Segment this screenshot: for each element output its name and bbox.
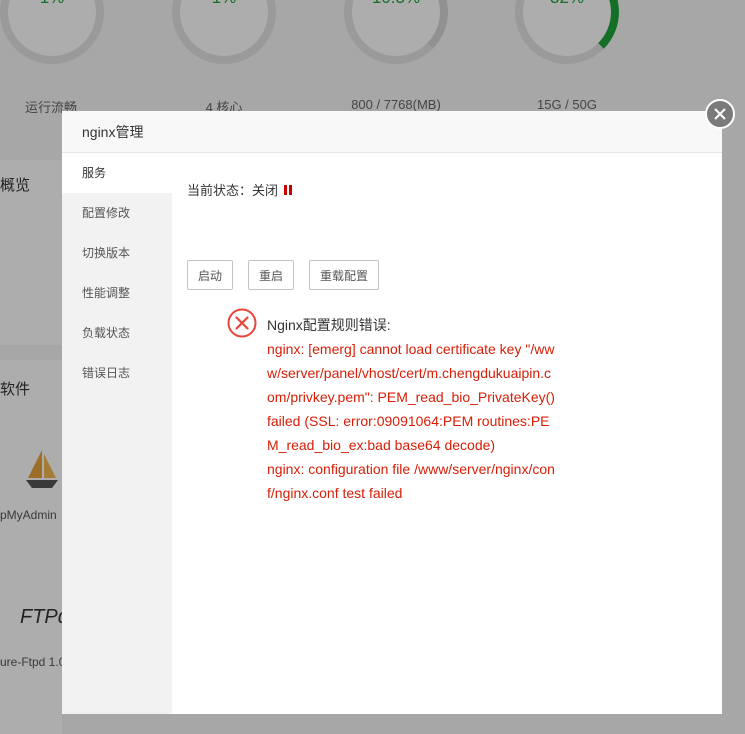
service-buttons: 启动 重启 重载配置	[187, 260, 380, 290]
error-circle-x-icon	[227, 308, 257, 338]
nav-config-edit[interactable]: 配置修改	[62, 193, 172, 233]
error-title: Nginx配置规则错误:	[267, 317, 391, 333]
restart-button[interactable]: 重启	[248, 260, 295, 290]
error-message-line: nginx: [emerg] cannot load certificate k…	[267, 341, 555, 453]
dialog-title: nginx管理	[62, 111, 722, 153]
close-icon[interactable]	[705, 99, 735, 129]
reload-config-button[interactable]: 重载配置	[309, 260, 380, 290]
service-status: 当前状态：关闭	[187, 180, 293, 199]
nav-load-status[interactable]: 负载状态	[62, 313, 172, 353]
start-button[interactable]: 启动	[187, 260, 234, 290]
nav-switch-version[interactable]: 切换版本	[62, 233, 172, 273]
status-label: 当前状态：关闭	[187, 183, 279, 198]
error-message-line: nginx: configuration file /www/server/ng…	[267, 461, 555, 501]
nav-error-log[interactable]: 错误日志	[62, 353, 172, 393]
dialog-sidenav: 服务 配置修改 切换版本 性能调整 负载状态 错误日志	[62, 153, 172, 714]
error-popup: Nginx配置规则错误: nginx: [emerg] cannot load …	[212, 292, 572, 548]
stopped-icon	[284, 184, 293, 195]
nav-service[interactable]: 服务	[62, 153, 172, 193]
error-text: Nginx配置规则错误: nginx: [emerg] cannot load …	[267, 313, 557, 505]
nav-performance[interactable]: 性能调整	[62, 273, 172, 313]
